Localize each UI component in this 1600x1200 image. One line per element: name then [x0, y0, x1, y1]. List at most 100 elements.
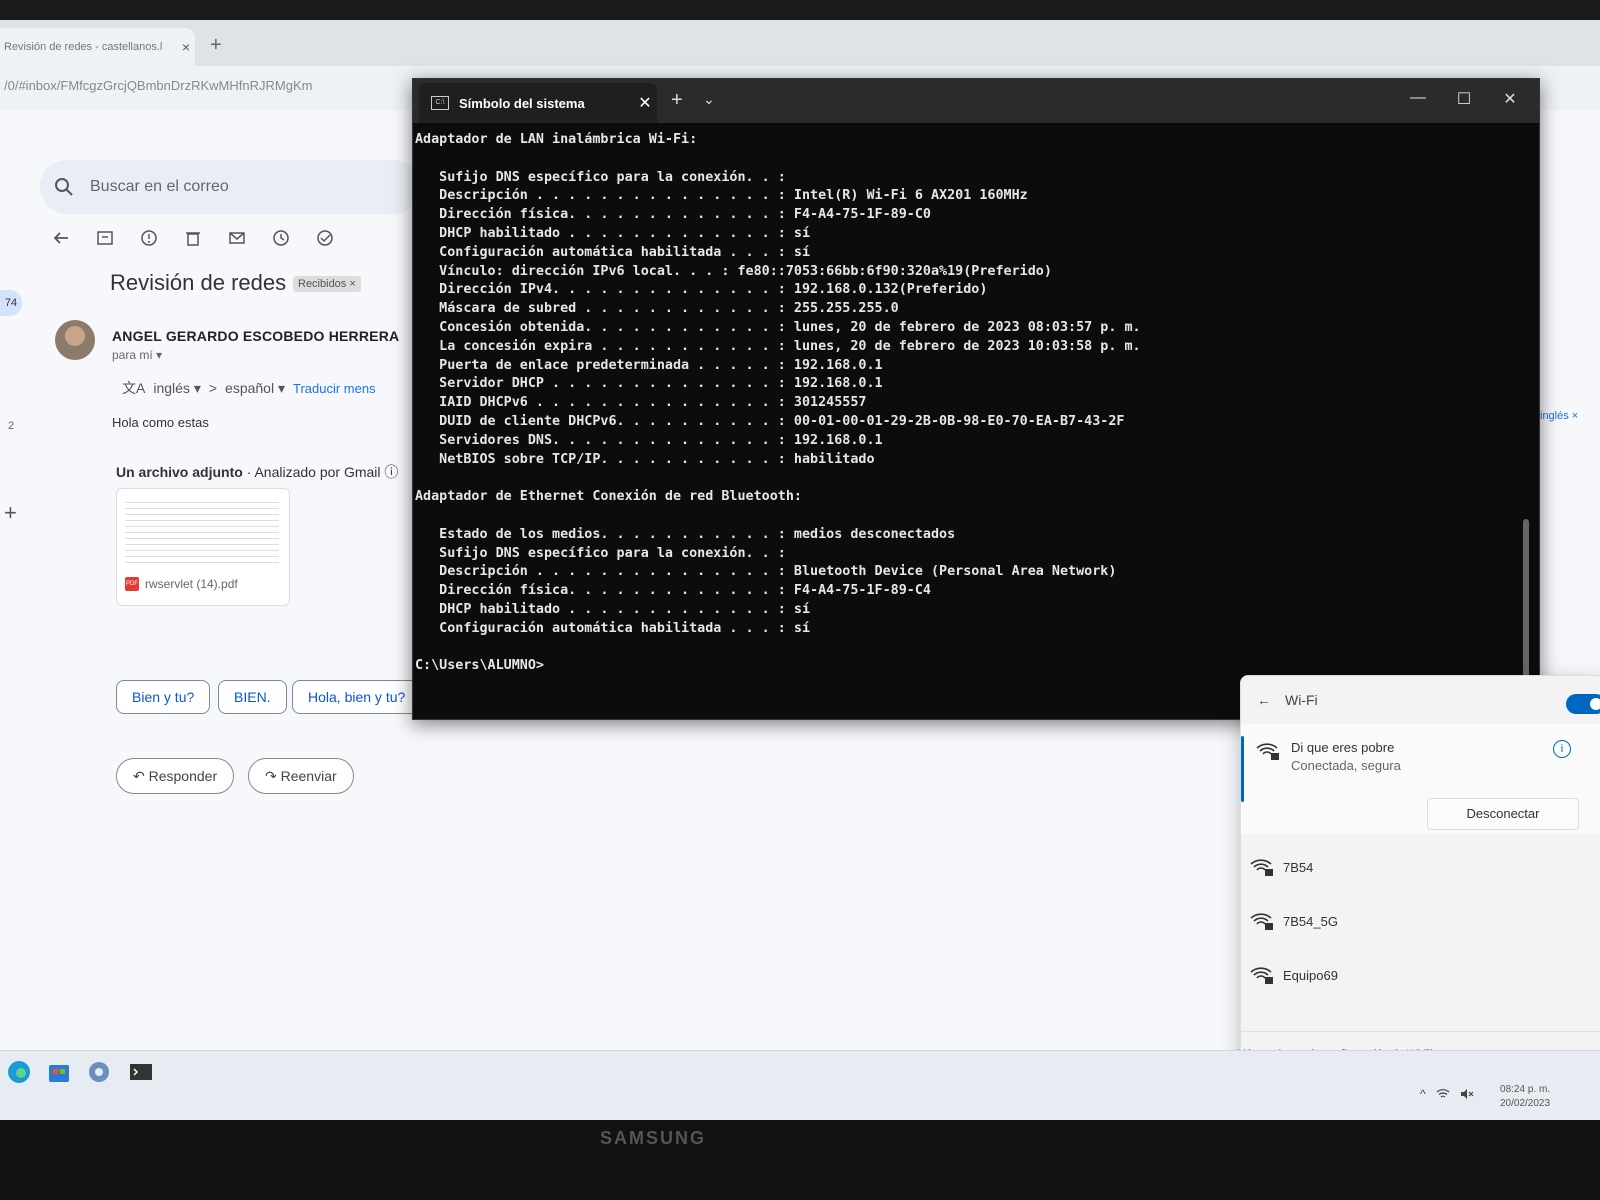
selection-indicator — [1241, 736, 1244, 802]
new-tab-button[interactable]: + — [210, 34, 222, 57]
terminal-line: Sufijo DNS específico para la conexión. … — [415, 169, 786, 185]
info-icon[interactable]: ⓘ — [384, 464, 398, 480]
smart-reply-1[interactable]: Bien y tu? — [116, 680, 211, 714]
wifi-network-name: 7B54_5G — [1283, 914, 1338, 929]
wifi-network-item[interactable]: 7B54 — [1241, 844, 1600, 894]
browser-tabbar: Revisión de redes - castellanos.l × + — [0, 20, 1600, 66]
attachment-card[interactable]: PDF rwservlet (14).pdf — [116, 488, 290, 606]
monitor-bezel: SAMSUNG — [0, 1120, 1600, 1200]
wifi-secure-icon — [1250, 967, 1273, 984]
close-window-button[interactable]: ✕ — [1495, 89, 1525, 109]
mail-icon[interactable] — [226, 227, 248, 249]
unread-badge[interactable]: 74 — [0, 290, 22, 316]
browser-tab-title: Revisión de redes - castellanos.l — [4, 41, 163, 53]
disconnect-button[interactable]: Desconectar — [1427, 798, 1579, 830]
smart-reply-3[interactable]: Hola, bien y tu? — [292, 680, 422, 714]
clock-icon[interactable] — [270, 227, 292, 249]
plus-icon[interactable]: + — [4, 500, 17, 526]
terminal-scrollbar[interactable] — [1523, 139, 1529, 709]
wifi-toggle[interactable] — [1566, 694, 1600, 714]
terminal-line: IAID DHCPv6 . . . . . . . . . . . . . . … — [415, 395, 867, 411]
recipient-dropdown[interactable]: para mí ▾ — [112, 348, 162, 362]
terminal-tab-title: Símbolo del sistema — [459, 95, 585, 111]
back-arrow-icon[interactable] — [50, 227, 72, 249]
avatar[interactable] — [55, 320, 95, 360]
cmd-icon: C:\ — [431, 96, 449, 110]
terminal-line: Adaptador de LAN inalámbrica Wi-Fi: — [415, 132, 698, 147]
attachment-scanned: Analizado por Gmail — [254, 464, 381, 480]
forward-label: Reenviar — [280, 768, 337, 784]
terminal-output[interactable]: Adaptador de LAN inalámbrica Wi-Fi: Sufi… — [415, 131, 1515, 711]
maximize-button[interactable]: ☐ — [1449, 89, 1479, 109]
minimize-button[interactable]: — — [1403, 89, 1433, 107]
wifi-network-item[interactable]: 7B54_5G — [1241, 898, 1600, 948]
translate-bar: 文A inglés ▾ > español ▾ Traducir mens — [122, 378, 376, 398]
terminal-titlebar[interactable]: C:\ Símbolo del sistema ✕ + ⌄ — ☐ ✕ — [413, 79, 1539, 123]
chevron-down-icon[interactable]: ⌄ — [703, 91, 715, 108]
terminal-line: Servidor DHCP . . . . . . . . . . . . . … — [415, 376, 883, 392]
browser-tab[interactable]: Revisión de redes - castellanos.l × — [0, 28, 195, 66]
chevron-up-icon[interactable]: ^ — [1420, 1087, 1426, 1101]
terminal-window[interactable]: C:\ Símbolo del sistema ✕ + ⌄ — ☐ ✕ Adap… — [412, 78, 1540, 720]
terminal-line: DHCP habilitado . . . . . . . . . . . . … — [415, 601, 811, 617]
add-task-icon[interactable] — [314, 227, 336, 249]
wifi-title: Wi-Fi — [1285, 692, 1318, 708]
terminal-tab[interactable]: C:\ Símbolo del sistema ✕ — [419, 83, 657, 123]
reply-label: Responder — [148, 768, 218, 784]
info-icon[interactable]: i — [1553, 740, 1571, 758]
connected-network-name: Di que eres pobre — [1291, 740, 1395, 755]
archive-icon[interactable] — [94, 227, 116, 249]
address-bar[interactable]: /0/#inbox/FMfcgzGrcjQBmbnDrzRKwMHfnRJRMg… — [0, 70, 424, 102]
connected-network[interactable]: Di que eres pobre Conectada, segura i De… — [1241, 724, 1600, 834]
terminal-line: Adaptador de Ethernet Conexión de red Bl… — [415, 489, 802, 505]
forward-button[interactable]: ↷ Reenviar — [248, 758, 354, 794]
system-tray: ^ — [1420, 1087, 1474, 1101]
store-icon[interactable] — [46, 1059, 72, 1085]
wifi-network-name: Equipo69 — [1283, 968, 1338, 983]
search-bar[interactable]: Buscar en el correo — [40, 160, 420, 214]
terminal-line: Servidores DNS. . . . . . . . . . . . . … — [415, 432, 883, 448]
terminal-line: Estado de los medios. . . . . . . . . . … — [415, 526, 956, 542]
terminal-line: Configuración automática habilitada . . … — [415, 244, 811, 260]
back-arrow-icon[interactable]: ← — [1257, 692, 1271, 708]
source-language-select[interactable]: inglés ▾ — [153, 380, 201, 397]
wifi-icon[interactable] — [1436, 1088, 1450, 1100]
terminal-line: Dirección física. . . . . . . . . . . . … — [415, 207, 931, 223]
pdf-icon: PDF — [125, 577, 139, 591]
forward-icon: ↷ — [265, 768, 281, 784]
edge-icon[interactable] — [6, 1059, 32, 1085]
search-icon[interactable] — [54, 177, 74, 197]
terminal-line: La concesión expira . . . . . . . . . . … — [415, 338, 1141, 354]
message-toolbar — [50, 220, 420, 256]
volume-muted-icon[interactable] — [1460, 1088, 1474, 1100]
sender-name: ANGEL GERARDO ESCOBEDO HERRERA — [112, 328, 400, 344]
new-tab-button[interactable]: + — [671, 89, 683, 112]
search-input[interactable]: Buscar en el correo — [90, 178, 229, 196]
translate-icon: 文A — [122, 380, 146, 396]
reply-icon: ↶ — [133, 768, 149, 784]
report-spam-icon[interactable] — [138, 227, 160, 249]
wifi-network-name: 7B54 — [1283, 860, 1314, 875]
terminal-line: Dirección IPv4. . . . . . . . . . . . . … — [415, 282, 988, 298]
terminal-line: Máscara de subred . . . . . . . . . . . … — [415, 301, 899, 317]
wifi-network-item[interactable]: Equipo69 — [1241, 952, 1600, 1002]
settings-icon[interactable] — [86, 1059, 112, 1085]
terminal-line: Dirección física. . . . . . . . . . . . … — [415, 583, 931, 599]
trash-icon[interactable] — [182, 227, 204, 249]
email-subject: Revisión de redes — [110, 270, 287, 295]
clock[interactable]: 08:24 p. m. 20/02/2023 — [1500, 1083, 1550, 1111]
attachment-title: Un archivo adjunto — [116, 464, 243, 480]
translate-message-link[interactable]: Traducir mens — [293, 381, 376, 396]
terminal-line: Concesión obtenida. . . . . . . . . . . … — [415, 319, 1141, 335]
target-language-select[interactable]: español ▾ — [225, 380, 285, 397]
right-rail-translate[interactable]: inglés × — [1540, 410, 1578, 422]
close-icon[interactable]: ✕ — [633, 93, 657, 113]
smart-reply-2[interactable]: BIEN. — [218, 680, 287, 714]
close-icon[interactable]: × — [177, 39, 195, 55]
inbox-label-chip[interactable]: Recibidos × — [293, 276, 361, 292]
reply-button[interactable]: ↶ Responder — [116, 758, 235, 794]
terminal-icon[interactable] — [128, 1059, 154, 1085]
terminal-line: C:\Users\ALUMNO> — [415, 658, 544, 674]
